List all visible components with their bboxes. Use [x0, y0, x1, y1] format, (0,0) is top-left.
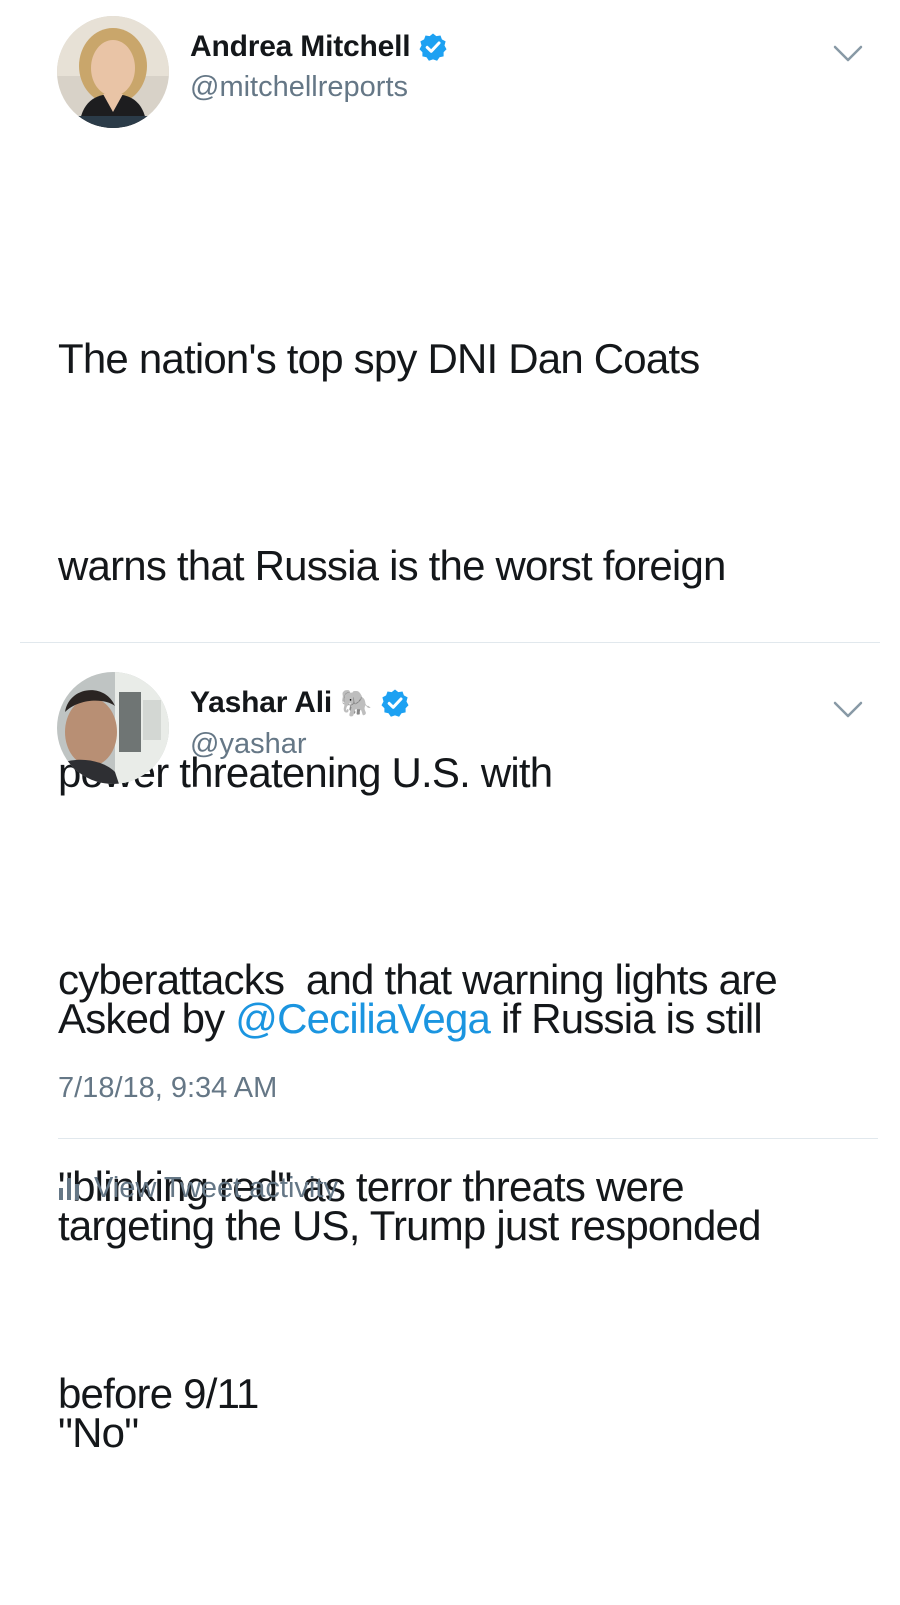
user-handle[interactable]: @yashar: [190, 728, 306, 761]
tweet-text-line: warns that Russia is the worst foreign: [58, 542, 726, 589]
avatar-andrea-mitchell[interactable]: [57, 16, 169, 128]
verified-badge-icon: [381, 689, 409, 717]
author-row: Yashar Ali 🐘: [190, 686, 410, 720]
chevron-down-icon[interactable]: [832, 700, 864, 720]
user-handle[interactable]: @mitchellreports: [190, 71, 408, 104]
chevron-down-icon[interactable]: [832, 44, 864, 64]
bar-chart-icon: [59, 1177, 79, 1200]
author-row: Andrea Mitchell: [190, 30, 448, 64]
footer-divider: [58, 1138, 878, 1139]
display-name[interactable]: Yashar Ali: [190, 686, 332, 720]
text-segment: if Russia is still: [490, 995, 763, 1042]
text-segment: Asked by: [58, 995, 236, 1042]
display-name[interactable]: Andrea Mitchell: [190, 30, 411, 64]
tweet-timestamp[interactable]: 7/18/18, 9:34 AM: [58, 1072, 277, 1105]
mention-link[interactable]: @CeciliaVega: [235, 995, 491, 1042]
avatar-yashar-ali[interactable]: [57, 672, 169, 784]
view-tweet-activity-link[interactable]: View Tweet activity: [58, 1162, 338, 1200]
tweet-text-line: power threatening U.S. with: [58, 749, 553, 796]
activity-label: View Tweet activity: [94, 1172, 338, 1200]
elephant-emoji-icon: 🐘: [339, 687, 373, 718]
verified-badge-icon: [419, 33, 447, 61]
tweet-text: Asked by @CeciliaVega if Russia is still…: [58, 846, 763, 1605]
tweet-text-line: Asked by @CeciliaVega if Russia is still: [58, 984, 763, 1053]
tweet-text-line: "No": [58, 1409, 139, 1456]
tweet-divider: [20, 642, 880, 643]
tweet-text-line: targeting the US, Trump just responded: [58, 1202, 761, 1249]
tweet-text-line: The nation's top spy DNI Dan Coats: [58, 335, 700, 382]
